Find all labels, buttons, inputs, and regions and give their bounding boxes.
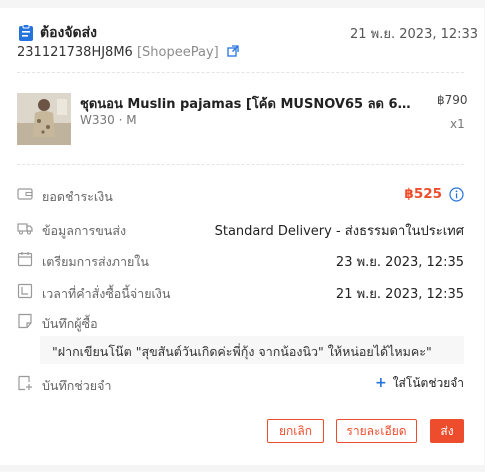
memo-label: บันทึกช่วยจำ [42,378,112,393]
add-memo-label: ใส่โน้ตช่วยจำ [392,376,464,390]
ship-button[interactable]: ส่ง [430,419,464,443]
order-id-line: 231121738HJ8M6 [ShopeePay] [17,45,239,60]
ship-by-date: 23 พ.ย. 2023, 12:35 [335,255,464,270]
product-image[interactable] [17,93,71,145]
external-link-icon[interactable] [227,45,239,57]
ship-by-label: เตรียมการส่งภายใน [42,254,149,269]
paid-time: 21 พ.ย. 2023, 12:35 [335,287,464,302]
shipping-method: Standard Delivery - ส่งธรรมดาในประเทศ [214,224,464,239]
product-price: ฿790 [437,93,468,107]
total-label: ยอดชำระเงิน [42,189,113,204]
calendar-icon [17,252,33,267]
divider [17,164,464,165]
shipping-label: ข้อมูลการขนส่ง [42,223,127,238]
total-amount: ฿525 [404,186,442,202]
order-id[interactable]: 231121738HJ8M6 [17,45,133,60]
buyer-note-label: บันทึกผู้ซื้อ [42,316,98,331]
payment-time-icon [17,283,33,299]
payment-method-tag: [ShopeePay] [136,45,219,60]
order-time: 21 พ.ย. 2023, 12:33 [350,27,479,42]
plus-icon: + [374,375,387,391]
truck-icon [17,223,33,235]
product-name[interactable]: ชุดนอน Muslin pajamas [โค้ด MUSNOV65 ลด … [80,93,412,114]
product-variant: W330 · M [80,113,137,127]
info-icon[interactable] [449,187,464,202]
order-status: ต้องจัดส่ง [40,25,98,41]
memo-icon [18,375,32,391]
clipboard-icon [19,24,33,41]
cancel-button[interactable]: ยกเลิก [267,419,324,443]
product-quantity: x1 [450,117,465,131]
divider [17,72,464,73]
order-card: ต้องจัดส่ง 21 พ.ย. 2023, 12:33 231121738… [0,8,484,465]
wallet-icon [17,188,33,200]
paid-time-label: เวลาที่คำสั่งซื้อนี้จ่ายเงิน [42,286,171,301]
buyer-note: "ฝากเขียนโน๊ต "สุขสันต์วันเกิดค่ะพี่กุ้ง… [40,336,464,364]
add-memo-button[interactable]: + ใส่โน้ตช่วยจำ [375,374,464,393]
details-button[interactable]: รายละเอียด [336,419,417,443]
note-icon [18,313,32,329]
